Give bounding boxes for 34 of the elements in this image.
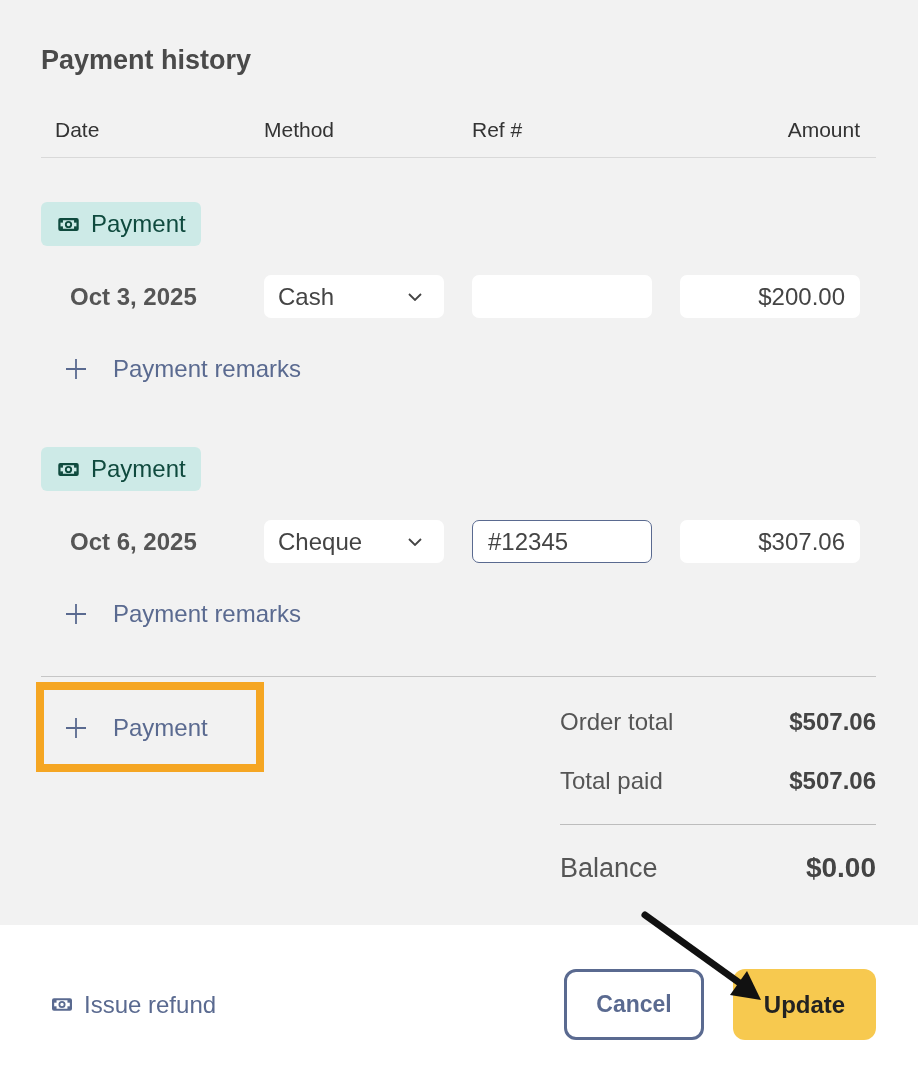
tag-label: Payment [91,210,186,238]
payment-date: Oct 6, 2025 [70,527,197,556]
summary-label: Balance [560,852,658,884]
column-header: Ref # [472,117,523,142]
chevron-down-icon [408,292,422,301]
payment-date: Oct 3, 2025 [70,282,197,311]
amount-field[interactable]: $200.00 [680,275,860,318]
method-select[interactable]: Cash [264,275,444,318]
update-button[interactable]: Update [733,969,876,1040]
plus-icon [66,604,86,624]
plus-icon [66,359,86,379]
column-header: Date [55,117,100,142]
column-header: Amount [787,117,860,142]
banknote-icon [52,998,72,1011]
add-remarks-button[interactable]: Payment remarks [55,348,312,390]
add-remarks-button[interactable]: Payment remarks [55,593,312,635]
cancel-button[interactable]: Cancel [564,969,704,1040]
plus-icon [66,718,86,738]
column-header: Method [264,117,335,142]
tag-label: Payment [91,455,186,483]
section-title: Payment history [41,44,253,77]
ref-field[interactable]: #12345 [472,520,652,563]
method-select[interactable]: Cheque [264,520,444,563]
summary-label: Total paid [560,767,663,795]
chevron-down-icon [408,537,422,546]
banknote-icon [58,462,79,476]
amount-field[interactable]: $307.06 [680,520,860,563]
summary-label: Order total [560,708,674,736]
summary-value: $507.06 [789,767,876,795]
issue-refund-link[interactable]: Issue refund [52,990,217,1019]
banknote-icon [58,217,79,231]
summary-value: $0.00 [805,852,876,884]
add-payment-button[interactable]: Payment [55,706,218,750]
summary-value: $507.06 [789,708,876,736]
